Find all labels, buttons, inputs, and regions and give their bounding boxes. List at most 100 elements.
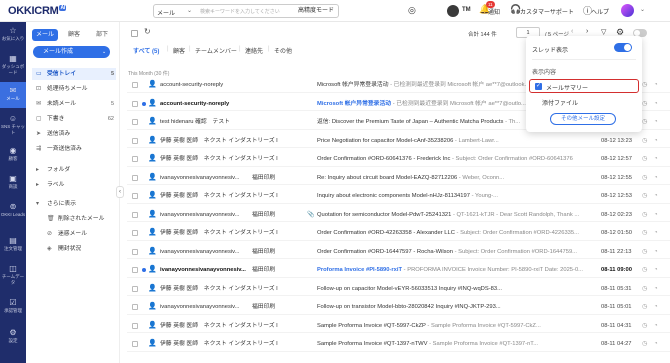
table-row[interactable]: 👤 伊藤 英樹 医師 ネクスト インダストリーズ Inc. Follow-up on…: [127, 282, 670, 296]
more-icon[interactable]: ◔: [654, 97, 658, 111]
show-more[interactable]: ▾ さらに表示: [32, 198, 116, 210]
more-icon[interactable]: ◔: [654, 78, 658, 92]
next-page-icon[interactable]: ›: [586, 28, 588, 35]
table-row[interactable]: 👤 伊藤 英樹 医師 ネクスト インダストリーズ Inc. Inquiry abou…: [127, 189, 670, 204]
folder-pending[interactable]: ⊡ 処理待ちメール: [32, 83, 116, 95]
compose-button[interactable]: メール作成: [33, 46, 110, 58]
row-checkbox[interactable]: [132, 341, 138, 347]
folder-unread[interactable]: ✉ 未読メール 5: [32, 98, 116, 110]
more-icon[interactable]: ◔: [654, 337, 658, 351]
nav-leads[interactable]: ⊚ OKKI Leads: [0, 202, 26, 232]
table-row[interactable]: 👤 ivanayvonnesivanayvonnesiv... 福田印刷 Profor…: [127, 263, 670, 278]
more-icon[interactable]: ◔: [654, 115, 658, 129]
sender-name[interactable]: 伊藤 英樹 医師 ネクスト インダストリーズ Inc.: [160, 226, 278, 240]
more-icon[interactable]: ◔: [654, 134, 658, 148]
mail-subject[interactable]: Follow-up on capacitor Model-vEYR-560335…: [317, 282, 601, 296]
more-icon[interactable]: ◔: [654, 152, 658, 166]
sender-name[interactable]: 伊藤 英樹 医師 ネクスト インダストリーズ Inc.: [160, 189, 278, 203]
more-icon[interactable]: ◔: [654, 189, 658, 203]
row-checkbox[interactable]: [132, 211, 138, 218]
folder-spam[interactable]: ⊘ 迷惑メール: [32, 228, 116, 240]
nav-approvals[interactable]: ☑ 承認管理: [0, 298, 26, 324]
table-row[interactable]: 👤 伊藤 英樹 医師 ネクスト インダストリーズ Inc. Order Confir…: [127, 152, 670, 167]
table-row[interactable]: 👤 伊藤 英樹 医師 ネクスト インダストリーズ Inc. Order Confir…: [127, 226, 670, 241]
row-checkbox[interactable]: [132, 230, 138, 236]
filter-tab-other[interactable]: その他: [274, 46, 292, 55]
reminder-icon[interactable]: ◷: [642, 152, 647, 166]
nav-team-data[interactable]: ◫ チームデータ: [0, 264, 26, 294]
reminder-icon[interactable]: ◷: [642, 319, 647, 333]
table-row[interactable]: 👤 ivanayvonnesivanayvonnesiv... 福田印刷 Order …: [127, 245, 670, 259]
table-row[interactable]: 👤 伊藤 英樹 医師 ネクスト インダストリーズ Inc. Sample Profo…: [127, 319, 670, 333]
mail-subject[interactable]: Proforma Invoice #PI-5890-rxiT - PROFORM…: [317, 263, 601, 277]
filter-tab-customers[interactable]: 顧客: [173, 46, 185, 55]
nav-customer[interactable]: ◉ 顧客: [0, 146, 26, 170]
tab-customer[interactable]: 顧客: [62, 29, 86, 41]
mail-subject[interactable]: Sample Proforma Invoice #QT-1397-nTWV - …: [317, 337, 601, 351]
mail-subject[interactable]: Quotation for semiconductor Model-PdwT-2…: [317, 208, 601, 222]
reminder-icon[interactable]: ◷: [642, 337, 647, 351]
reminder-icon[interactable]: ◷: [642, 171, 647, 185]
row-checkbox[interactable]: [132, 82, 138, 88]
reminder-icon[interactable]: ◷: [642, 282, 647, 296]
more-icon[interactable]: ◔: [654, 263, 658, 277]
thread-view-toggle[interactable]: [614, 43, 632, 52]
support-link[interactable]: カスタマーサポート: [520, 7, 574, 16]
more-icon[interactable]: ◔: [654, 208, 658, 222]
mail-subject[interactable]: Order Confirmation #ORD-60641376 - Frede…: [317, 152, 601, 166]
select-all-checkbox[interactable]: [131, 30, 138, 37]
prev-page-icon[interactable]: ‹: [571, 28, 573, 35]
reminder-icon[interactable]: ◷: [642, 189, 647, 203]
record-icon[interactable]: ◎: [408, 5, 416, 16]
filter-tab-contacts[interactable]: 連絡先: [245, 46, 263, 55]
mail-summary-option[interactable]: ✓ メールサマリー: [529, 79, 639, 93]
nav-dashboard[interactable]: ▦ ダッシュボード: [0, 54, 26, 78]
row-checkbox[interactable]: [132, 119, 138, 125]
table-row[interactable]: 👤 ivanayvonnesivanayvonnesiv... 福田印刷 Follow…: [127, 300, 670, 315]
advanced-mode-toggle[interactable]: 高精度モード: [298, 5, 334, 14]
mail-summary-checkbox[interactable]: ✓: [535, 83, 542, 90]
reminder-icon[interactable]: ◷: [642, 115, 647, 129]
search-type-select[interactable]: メール: [157, 8, 175, 17]
folder-bulk-sent[interactable]: ⇶ 一斉送信済み: [32, 143, 116, 155]
folder-drafts[interactable]: ▢ 下書き 62: [32, 113, 116, 125]
more-icon[interactable]: ◔: [654, 226, 658, 240]
row-checkbox[interactable]: [132, 304, 138, 310]
group-folders[interactable]: ▸ フォルダ: [32, 164, 116, 176]
table-row[interactable]: 👤 ivanayvonnesivanayvonnesiv... 福田印刷 Re: In…: [127, 171, 670, 185]
reminder-icon[interactable]: ◷: [642, 245, 647, 259]
tab-subordinates[interactable]: 部下: [90, 29, 114, 41]
sender-name[interactable]: 伊藤 英樹 医師 ネクスト インダストリーズ Inc.: [160, 319, 278, 333]
row-checkbox[interactable]: [132, 248, 138, 255]
sender-name[interactable]: account-security-noreply: [160, 97, 278, 111]
more-icon[interactable]: ◔: [654, 171, 658, 185]
mail-subject[interactable]: Re: Inquiry about circuit board Model-EA…: [317, 171, 601, 185]
folder-inbox[interactable]: ▭ 受信トレイ 5: [32, 68, 116, 80]
reminder-icon[interactable]: ◷: [642, 300, 647, 314]
row-checkbox[interactable]: [132, 174, 138, 181]
mail-subject[interactable]: Inquiry about electronic components Mode…: [317, 189, 601, 203]
reminder-icon[interactable]: ◷: [642, 263, 647, 277]
more-icon[interactable]: ◔: [654, 300, 658, 314]
sender-name[interactable]: 伊藤 英樹 医師 ネクスト インダストリーズ Inc.: [160, 152, 278, 166]
search-input[interactable]: 検索キーワードを入力してください: [200, 8, 280, 15]
mail-subject[interactable]: Order Confirmation #ORD-42263358 - Alexa…: [317, 226, 601, 240]
nav-sns[interactable]: ☺ SNS チャット: [0, 114, 26, 138]
group-labels[interactable]: ▸ ラベル: [32, 179, 116, 191]
folder-deleted[interactable]: 🗑 削除されたメール: [32, 213, 116, 225]
row-checkbox[interactable]: [132, 267, 138, 273]
more-icon[interactable]: ◔: [654, 319, 658, 333]
refresh-icon[interactable]: ↻: [144, 27, 151, 36]
mail-subject[interactable]: Follow-up on transistor Model-bbto-28020…: [317, 300, 601, 314]
chevron-down-icon[interactable]: ⌄: [640, 6, 645, 13]
folder-open-status[interactable]: ◈ 開封状況: [32, 243, 116, 255]
row-checkbox[interactable]: [132, 322, 138, 329]
avatar[interactable]: [621, 4, 634, 17]
sender-name[interactable]: test hidenaru 確認 テスト: [160, 115, 278, 129]
row-checkbox[interactable]: [132, 156, 138, 162]
reminder-icon[interactable]: ◷: [642, 97, 647, 111]
filter-icon[interactable]: ▽: [601, 28, 606, 36]
row-checkbox[interactable]: [132, 100, 138, 107]
row-checkbox[interactable]: [132, 285, 138, 292]
more-icon[interactable]: ◔: [654, 282, 658, 296]
